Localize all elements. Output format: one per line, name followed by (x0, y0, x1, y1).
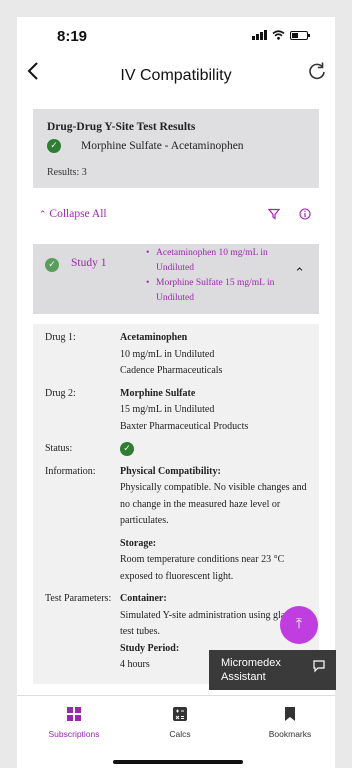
drug-pair-row: ✓ Morphine Sulfate - Acetaminophen (47, 139, 305, 153)
drug1-name: Acetaminophen (120, 332, 188, 343)
status-time: 8:19 (57, 28, 88, 45)
nav-bar: IV Compatibility (17, 51, 335, 99)
refresh-icon (309, 62, 325, 80)
grid-icon (67, 707, 81, 721)
collapse-all-button[interactable]: ⌃ Collapse All (39, 208, 107, 220)
assistant-label: Micromedex Assistant (221, 657, 281, 683)
bookmark-icon (285, 707, 295, 721)
signal-icon (252, 30, 267, 40)
tab-bookmarks[interactable]: Bookmarks (245, 706, 335, 739)
study-drug-item: Morphine Sulfate 15 mg/mL in Undiluted (146, 276, 296, 306)
study-drug-item: Acetaminophen 10 mg/mL in Undiluted (146, 246, 296, 276)
assistant-button[interactable]: Micromedex Assistant (209, 650, 336, 690)
study-details: Drug 1: Acetaminophen 10 mg/mL in Undilu… (33, 324, 319, 684)
collapse-all-label: Collapse All (49, 208, 107, 220)
tab-calcs[interactable]: Calcs (135, 706, 225, 739)
study-label: Study 1 (71, 257, 107, 269)
scroll-to-top-button[interactable]: ⤒ (280, 606, 318, 644)
results-title: Drug-Drug Y-Site Test Results (47, 121, 196, 133)
study-status-icon: ✓ (45, 258, 59, 272)
tab-label: Bookmarks (268, 729, 312, 739)
drug2-name: Morphine Sulfate (120, 387, 196, 399)
tab-label: Calcs (169, 729, 191, 739)
filter-icon (267, 208, 281, 220)
status-row: Status: ✓ (45, 441, 307, 458)
study-drug-list: Acetaminophen 10 mg/mL in Undiluted Morp… (146, 246, 296, 306)
results-controls: ⌃ Collapse All (17, 194, 335, 238)
chevron-up-icon[interactable]: ⌃ (294, 266, 305, 281)
storage-text: Room temperature conditions near 23 °C e… (120, 554, 285, 582)
storage-title: Storage: (120, 537, 157, 549)
info-icon (299, 208, 311, 220)
container-title: Container: (120, 593, 167, 604)
drug1-row: Drug 1: Acetaminophen 10 mg/mL in Undilu… (45, 330, 307, 380)
physical-compatibility-title: Physical Compatibility: (120, 465, 221, 477)
arrow-up-icon: ⤒ (295, 616, 303, 632)
info-button[interactable] (299, 208, 311, 223)
check-icon: ✓ (47, 139, 61, 153)
chevron-up-icon: ⌃ (39, 210, 47, 220)
page-title: IV Compatibility (120, 67, 232, 84)
results-summary: Drug-Drug Y-Site Test Results ✓ Morphine… (33, 109, 319, 188)
drug1-concentration: 10 mg/mL in Undiluted (120, 348, 215, 360)
tab-subscriptions[interactable]: Subscriptions (29, 706, 119, 739)
drug1-label: Drug 1: (45, 332, 76, 343)
status-icons (252, 30, 310, 40)
drug2-concentration: 15 mg/mL in Undiluted (120, 404, 215, 415)
status-bar: 8:19 (17, 17, 335, 51)
information-row: Information: Physical Compatibility: Phy… (45, 464, 307, 586)
drug2-manufacturer: Baxter Pharmaceutical Products (120, 420, 249, 432)
test-parameters-label: Test Parameters: (45, 593, 112, 604)
drug2-label: Drug 2: (45, 387, 76, 399)
wifi-icon (272, 30, 285, 40)
battery-icon (290, 30, 310, 40)
calculator-icon (173, 707, 187, 721)
physical-compatibility-text: Physically compatible. No visible change… (120, 482, 307, 526)
status-label: Status: (45, 443, 73, 454)
results-count: Results: 3 (47, 167, 87, 178)
drug-pair-name: Morphine Sulfate - Acetaminophen (81, 140, 244, 152)
container-text: Simulated Y-site administration using gl… (120, 609, 293, 638)
drug1-manufacturer: Cadence Pharmaceuticals (120, 365, 223, 376)
study-header[interactable]: ✓ Study 1 Acetaminophen 10 mg/mL in Undi… (33, 244, 319, 314)
refresh-button[interactable] (307, 61, 327, 87)
chat-icon (312, 659, 326, 677)
information-label: Information: (45, 465, 96, 477)
drug2-row: Drug 2: Morphine Sulfate 15 mg/mL in Und… (45, 386, 307, 436)
filter-button[interactable] (267, 208, 281, 223)
tab-bar: Subscriptions Calcs Bookmarks (17, 695, 335, 768)
check-icon: ✓ (120, 442, 134, 457)
tab-label: Subscriptions (48, 729, 100, 739)
home-indicator (113, 760, 243, 764)
